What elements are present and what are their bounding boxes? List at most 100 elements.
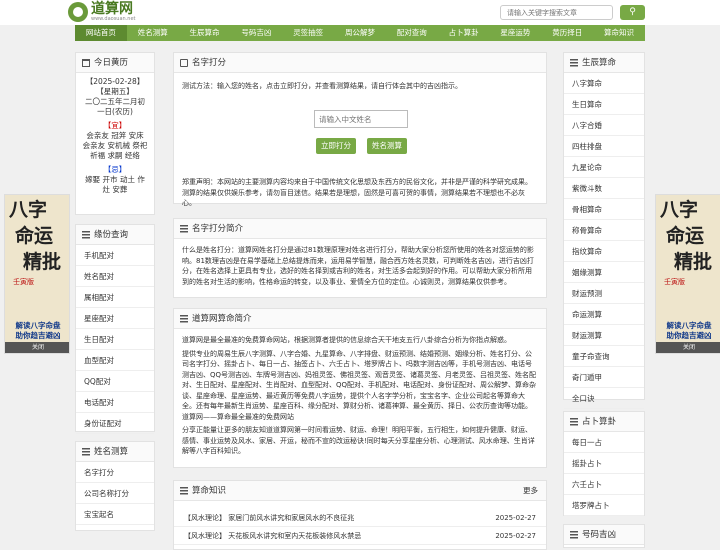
- nav-lots[interactable]: 灵签抽签: [282, 25, 334, 41]
- nav-divination[interactable]: 占卜算卦: [438, 25, 490, 41]
- almanac-header: 今日黄历: [76, 53, 154, 73]
- side-link[interactable]: 童子命查询: [564, 346, 644, 367]
- almanac-lunar: 二〇二五年二月初一日(农历): [85, 97, 145, 116]
- side-link[interactable]: 血型配对: [76, 350, 154, 371]
- list-icon: [82, 231, 90, 239]
- side-link[interactable]: 称骨算命: [564, 220, 644, 241]
- score-title: 名字打分: [192, 58, 227, 68]
- ad-tag: 壬寅版: [13, 278, 34, 286]
- side-link[interactable]: 每日一占: [564, 432, 644, 453]
- side-link[interactable]: 六壬占卜: [564, 474, 644, 495]
- side-link[interactable]: 骨相算命: [564, 199, 644, 220]
- side-link[interactable]: 财运预测: [564, 283, 644, 304]
- side-link[interactable]: 命运测算: [564, 304, 644, 325]
- score-header: 名字打分: [174, 53, 546, 73]
- nav-knowledge[interactable]: 算命知识: [593, 25, 645, 41]
- side-link[interactable]: QQ配对: [76, 371, 154, 392]
- side-link[interactable]: 九星论命: [564, 157, 644, 178]
- birth-title: 生辰算命: [582, 58, 617, 68]
- number-header: 号码吉凶: [564, 525, 644, 545]
- name-test-button[interactable]: 姓名测算: [367, 138, 407, 154]
- nav-horoscope[interactable]: 星座运势: [490, 25, 542, 41]
- number-box: 号码吉凶: [563, 524, 645, 548]
- side-link[interactable]: 名字打分: [76, 462, 154, 483]
- article-row[interactable]: 【风水理论】 家居门前风水讲究和家居风水的不良征兆 2025-02-27: [174, 509, 546, 527]
- almanac-box: 今日黄历 【2025-02-28】 【星期五】 二〇二五年二月初一日(农历) 【…: [75, 52, 155, 215]
- side-link[interactable]: 公司名称打分: [76, 483, 154, 504]
- logo[interactable]: 道算网 www.daosuan.net: [68, 2, 136, 22]
- intro-text: 什么是姓名打分：道算网姓名打分是通过81数理原理对姓名进行打分，帮助大家分析您所…: [182, 246, 534, 286]
- side-link[interactable]: 姓名配对: [76, 266, 154, 287]
- article-row[interactable]: 【风水理论】 天花板风水讲究和室内天花板装修风水禁忌 2025-02-27: [174, 527, 546, 545]
- search-input[interactable]: [500, 5, 613, 20]
- side-link[interactable]: 八字算命: [564, 73, 644, 94]
- side-link[interactable]: 手机配对: [76, 245, 154, 266]
- calendar-icon: [82, 59, 90, 67]
- side-link[interactable]: 姻缘测算: [564, 262, 644, 283]
- score-button[interactable]: 立即打分: [316, 138, 356, 154]
- list-icon: [570, 59, 578, 67]
- about-title: 道算网算命简介: [192, 314, 252, 324]
- about-p2: 提供专业的周易生辰八字测算、八字合婚、九星算命、八字排盘、财运预测、结婚预测、姻…: [182, 349, 537, 421]
- nav-home[interactable]: 网站首页: [75, 25, 127, 41]
- side-link[interactable]: 电话配对: [76, 392, 154, 413]
- side-link[interactable]: 紫微斗数: [564, 178, 644, 199]
- ad-close-button[interactable]: 关闭: [656, 342, 720, 353]
- side-link[interactable]: 指纹算命: [564, 241, 644, 262]
- side-link[interactable]: 星座配对: [76, 308, 154, 329]
- edit-icon: [180, 59, 188, 67]
- article-title[interactable]: 天花板风水讲究和室内天花板装修风水禁忌: [228, 532, 361, 540]
- divination-box: 占卜算卦 每日一占 摇卦占卜 六壬占卜 塔罗牌占卜: [563, 411, 645, 516]
- about-p1: 道算网是最全最准的免费算命网站，根据测算者提供的信息综合天干地支五行八卦综合分析…: [182, 336, 511, 344]
- naming-box: 姓名测算 名字打分 公司名称打分 宝宝起名: [75, 441, 155, 531]
- marriage-header: 缘份查询: [76, 225, 154, 245]
- side-link[interactable]: 四柱排盘: [564, 136, 644, 157]
- list-icon: [82, 448, 90, 456]
- side-link[interactable]: 宝宝起名: [76, 504, 154, 525]
- site-domain: www.daosuan.net: [91, 16, 136, 22]
- nav-dream[interactable]: 周公解梦: [334, 25, 386, 41]
- nav-number[interactable]: 号码吉凶: [230, 25, 282, 41]
- side-link[interactable]: 属相配对: [76, 287, 154, 308]
- intro-box: 名字打分简介 什么是姓名打分：道算网姓名打分是通过81数理原理对姓名进行打分，帮…: [173, 218, 547, 298]
- nav-almanac[interactable]: 黄历择日: [541, 25, 593, 41]
- side-link[interactable]: 身份证配对: [76, 413, 154, 434]
- side-link[interactable]: 奇门遁甲: [564, 367, 644, 388]
- almanac-ji: 嫁娶 开市 动土 作灶 安葬: [85, 175, 145, 194]
- side-link[interactable]: 财运测算: [564, 325, 644, 346]
- intro-header: 名字打分简介: [174, 219, 546, 239]
- nav-name-test[interactable]: 姓名测算: [127, 25, 179, 41]
- number-title: 号码吉凶: [582, 530, 617, 540]
- side-link[interactable]: 摇卦占卜: [564, 453, 644, 474]
- side-link[interactable]: 八字合婚: [564, 115, 644, 136]
- side-link[interactable]: 塔罗牌占卜: [564, 495, 644, 516]
- more-link[interactable]: 更多: [523, 481, 538, 501]
- ad-close-button[interactable]: 关闭: [5, 342, 69, 353]
- nav-match[interactable]: 配对查询: [386, 25, 438, 41]
- birth-box: 生辰算命 八字算命 生日算命 八字合婚 四柱排盘 九星论命 紫微斗数 骨相算命 …: [563, 52, 645, 409]
- knowledge-header: 算命知识 更多: [174, 481, 546, 501]
- left-ad[interactable]: 八字 命运 精批 壬寅版 解读八字命盘 助你趋吉避凶 关闭: [4, 194, 70, 354]
- almanac-ji-label: 【忌】: [103, 165, 127, 174]
- side-link[interactable]: 生日配对: [76, 329, 154, 350]
- search-button[interactable]: ⚲: [620, 5, 645, 20]
- name-input[interactable]: [314, 110, 408, 128]
- right-ad[interactable]: 八字 命运 精批 壬寅版 解读八字命盘 助你趋吉避凶 关闭: [655, 194, 720, 354]
- ad-big-text: 精批: [23, 251, 62, 273]
- site-name: 道算网: [91, 1, 133, 17]
- side-link[interactable]: 全口诀: [564, 388, 644, 409]
- nav-birth[interactable]: 生辰算命: [179, 25, 231, 41]
- almanac-weekday: 【星期五】: [96, 87, 134, 96]
- birth-header: 生辰算命: [564, 53, 644, 73]
- score-instruction: 测试方法：输入您的姓名，点击立即打分，并查看测算结果，请自行体会其中的吉凶指示。: [182, 82, 462, 90]
- about-p3: 分享正能量让更多的朋友知道道算网第一时间看运势、财运、命理！明阳平衡，五行相生，…: [182, 426, 535, 455]
- ad-big-text: 精批: [674, 251, 713, 273]
- ad-line2: 助你趋吉避凶: [15, 331, 61, 340]
- ad-big-text: 八字: [9, 199, 48, 221]
- article-title[interactable]: 家居门前风水讲究和家居风水的不良征兆: [228, 514, 354, 522]
- ad-line1: 解读八字命盘: [15, 321, 61, 330]
- side-link[interactable]: 生日算命: [564, 94, 644, 115]
- ad-big-text: 命运: [15, 225, 54, 247]
- list-icon: [180, 487, 188, 495]
- knowledge-title: 算命知识: [192, 486, 227, 496]
